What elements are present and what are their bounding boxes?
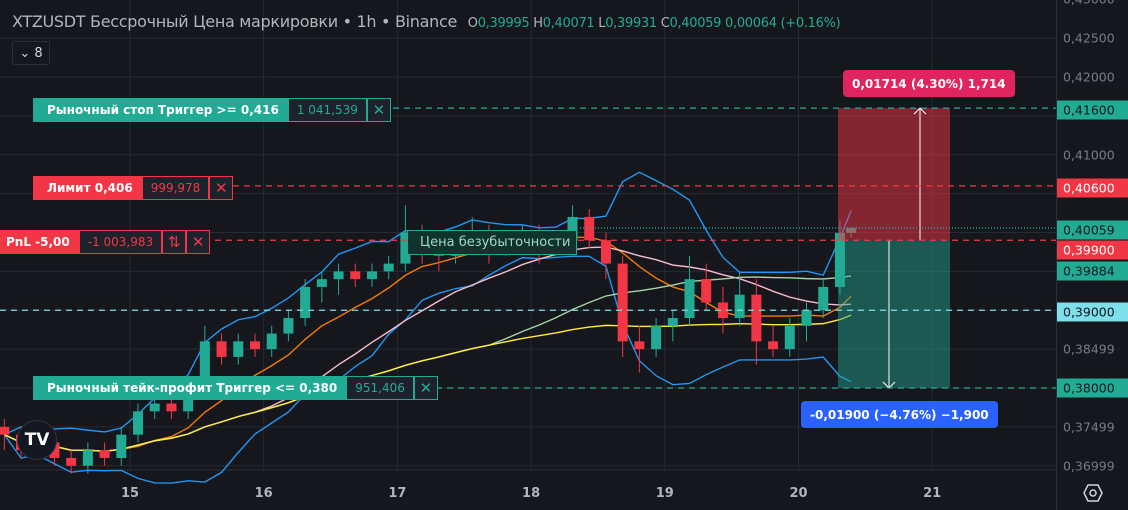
candle-body (249, 341, 260, 350)
candle-body (350, 271, 361, 280)
time-tick: 20 (789, 486, 808, 501)
reverse-icon[interactable]: ⇅ (162, 230, 187, 254)
candle-body (166, 403, 177, 412)
candle-body (701, 279, 712, 303)
close-icon[interactable]: ✕ (209, 176, 234, 200)
candle-body (366, 271, 377, 280)
close-icon[interactable]: ✕ (366, 98, 391, 122)
price-tick: 0,38499 (1063, 341, 1115, 357)
close-label: C (660, 16, 670, 31)
bollinger-lower (3, 255, 852, 484)
candle-body (801, 310, 812, 326)
candle-body (116, 434, 127, 458)
price-badge: 0,39884 (1057, 261, 1128, 281)
price-tick: 0,36999 (1063, 458, 1115, 474)
candle-body (316, 279, 327, 287)
stop-order-qty[interactable]: 1 041,539 (287, 98, 367, 122)
tradingview-logo[interactable]: TV (17, 420, 57, 460)
price-axis[interactable]: 0,43000 0,42500 0,42000 0,41000 0,38499 0,374… (1056, 0, 1128, 510)
time-tick: 18 (522, 486, 541, 501)
candle-body (133, 411, 143, 435)
position-qty[interactable]: -1 003,983 (78, 230, 163, 254)
chevron-down-icon: ⌄ (19, 45, 31, 61)
candle-body (99, 450, 110, 458)
pnl-label: PnL -5,00 (0, 230, 79, 254)
open-value: 0,39995 (477, 16, 530, 31)
candle-body (383, 263, 394, 272)
candle-body (684, 279, 695, 319)
price-badge: 0,40600 (1057, 178, 1128, 198)
candle-body (751, 294, 762, 342)
time-tick: 17 (388, 486, 407, 501)
candle-body (283, 318, 294, 334)
candle-body (651, 325, 662, 350)
candle-body (66, 457, 77, 466)
candle-body (784, 325, 795, 350)
target-zone (838, 240, 950, 388)
high-label: H (533, 16, 543, 31)
time-tick: 15 (120, 486, 140, 501)
close-icon[interactable]: ✕ (186, 230, 211, 254)
take-profit-label[interactable]: Рыночный тейк-профит Триггер <= 0,380 (33, 376, 347, 400)
ohlc-readout: O0,39995 H0,40071 L0,39931 C0,40059 0,00… (468, 16, 841, 31)
chart-header: XTZUSDT Бессрочный Цена маркировки • 1h … (12, 12, 841, 31)
price-badge: 0,39900 (1057, 240, 1128, 260)
low-value: 0,39931 (605, 16, 657, 31)
limit-order-qty[interactable]: 999,978 (141, 176, 210, 200)
price-tick: 0,41000 (1063, 147, 1115, 163)
candle-body (768, 341, 779, 350)
price-tick: 0,37499 (1063, 419, 1115, 435)
time-tick: 16 (254, 486, 273, 501)
candle-body (734, 294, 745, 319)
candle-body (82, 450, 93, 466)
stop-order-label[interactable]: Рыночный стоп Триггер >= 0,416 (33, 98, 288, 122)
candle-body (233, 341, 244, 357)
price-tick: 0,42000 (1063, 69, 1115, 85)
position-line[interactable]: PnL -5,00 -1 003,983 ⇅ ✕ (0, 230, 211, 254)
candle-body (300, 286, 311, 319)
breakeven-label: Цена безубыточности (407, 230, 578, 255)
open-label: O (467, 16, 478, 31)
take-profit-qty[interactable]: 951,406 (346, 376, 414, 400)
time-tick: 19 (655, 486, 674, 501)
stop-zone (838, 108, 950, 241)
symbol-title[interactable]: XTZUSDT Бессрочный Цена маркировки • 1h … (12, 12, 457, 31)
measure-up-label: 0,01714 (4.30%) 1,714 (843, 70, 1015, 97)
change-value: 0,00064 (+0.16%) (725, 16, 841, 31)
price-badge: 0,41600 (1057, 100, 1128, 120)
limit-order-label[interactable]: Лимит 0,406 (33, 176, 142, 200)
moving-average-slow (4, 275, 852, 453)
close-value: 0,40059 (669, 16, 722, 31)
high-value: 0,40071 (542, 16, 595, 31)
candle-body (216, 341, 227, 357)
settings-icon[interactable] (1083, 483, 1103, 503)
measure-down-label: -0,01900 (−4.76%) −1,900 (801, 401, 998, 428)
candle-body (149, 403, 160, 412)
candle-body (617, 263, 628, 342)
candle-body (818, 286, 829, 311)
candle-body (600, 240, 611, 264)
candle-body (667, 318, 678, 326)
indicators-toggle-button[interactable]: ⌄ 8 (12, 41, 50, 65)
price-badge: 0,40059 (1057, 220, 1128, 240)
close-icon[interactable]: ✕ (413, 376, 438, 400)
price-tick: 0,43000 (1063, 0, 1115, 7)
indicator-count: 8 (34, 45, 43, 61)
candle-body (634, 341, 645, 350)
price-badge: 0,39000 (1057, 302, 1128, 322)
candle-body (333, 271, 344, 280)
limit-order-line[interactable]: Лимит 0,406 999,978 ✕ (33, 176, 234, 200)
price-tick: 0,42500 (1063, 30, 1115, 46)
price-badge: 0,38000 (1057, 378, 1128, 398)
candle-body (0, 426, 10, 435)
candle-body (584, 216, 595, 241)
candle-body (266, 333, 277, 350)
time-tick: 21 (923, 486, 942, 501)
take-profit-order-line[interactable]: Рыночный тейк-профит Триггер <= 0,380 95… (33, 376, 438, 400)
stop-order-line[interactable]: Рыночный стоп Триггер >= 0,416 1 041,539… (33, 98, 391, 122)
